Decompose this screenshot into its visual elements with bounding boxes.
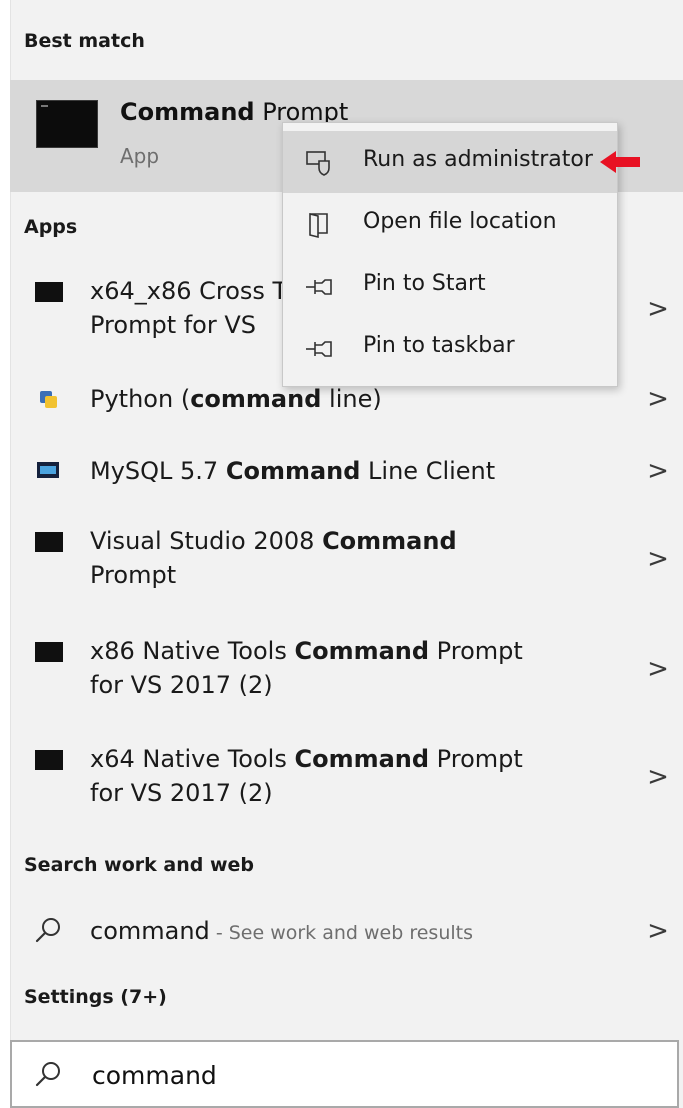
chevron-right-icon: >	[647, 916, 669, 946]
menu-item-label: Pin to taskbar	[363, 333, 515, 358]
menu-item-pin-to-start[interactable]: Pin to Start	[283, 255, 617, 317]
context-menu: Run as administrator Open file location …	[282, 122, 618, 387]
app-item-x64-native-tools[interactable]: x64 Native Tools Command Prompt for VS 2…	[10, 740, 683, 822]
app-item-label: x86 Native Tools Command Prompt for VS 2…	[90, 637, 523, 699]
app-item-mysql[interactable]: MySQL 5.7 Command Line Client >	[10, 454, 683, 498]
pin-icon	[306, 279, 332, 295]
menu-item-label: Pin to Start	[363, 271, 486, 296]
section-header-best-match: Best match	[24, 30, 145, 52]
chevron-right-icon: >	[647, 294, 669, 324]
shield-icon	[306, 151, 330, 176]
app-item-python[interactable]: Python (command line) >	[10, 382, 683, 426]
mysql-icon	[37, 462, 59, 478]
search-icon	[35, 1062, 60, 1087]
app-item-x86-native-tools[interactable]: x86 Native Tools Command Prompt for VS 2…	[10, 632, 683, 714]
section-header-settings[interactable]: Settings (7+)	[24, 986, 167, 1008]
section-header-apps: Apps	[24, 216, 78, 238]
web-search-label: command - See work and web results	[90, 917, 473, 945]
menu-item-pin-to-taskbar[interactable]: Pin to taskbar	[283, 317, 617, 379]
pin-icon	[306, 341, 332, 357]
chevron-right-icon: >	[647, 384, 669, 414]
search-box[interactable]	[10, 1040, 679, 1108]
chevron-right-icon: >	[647, 544, 669, 574]
app-item-label: x64 Native Tools Command Prompt for VS 2…	[90, 745, 523, 807]
app-item-label: MySQL 5.7 Command Line Client	[90, 457, 496, 485]
python-icon	[40, 391, 57, 408]
chevron-right-icon: >	[647, 654, 669, 684]
menu-item-label: Open file location	[363, 209, 557, 234]
section-header-search-web: Search work and web	[24, 854, 254, 876]
web-search-result[interactable]: command - See work and web results >	[10, 912, 683, 956]
console-icon	[35, 642, 63, 662]
app-item-label: Python (command line)	[90, 385, 382, 413]
folder-icon	[309, 212, 328, 239]
red-arrow-annotation	[600, 151, 640, 173]
command-prompt-icon	[36, 100, 98, 148]
app-item-vs2008-command-prompt[interactable]: Visual Studio 2008 Command Prompt >	[10, 522, 683, 604]
app-item-label: Visual Studio 2008 Command Prompt	[90, 527, 457, 589]
console-icon	[35, 532, 63, 552]
search-icon	[35, 918, 60, 943]
menu-item-open-file-location[interactable]: Open file location	[283, 193, 617, 255]
menu-item-run-as-administrator[interactable]: Run as administrator	[283, 131, 617, 193]
best-match-subtitle: App	[120, 144, 160, 168]
menu-item-label: Run as administrator	[363, 147, 593, 172]
console-icon	[35, 750, 63, 770]
chevron-right-icon: >	[647, 456, 669, 486]
chevron-right-icon: >	[647, 762, 669, 792]
console-icon	[35, 282, 63, 302]
search-input[interactable]	[90, 1052, 654, 1098]
